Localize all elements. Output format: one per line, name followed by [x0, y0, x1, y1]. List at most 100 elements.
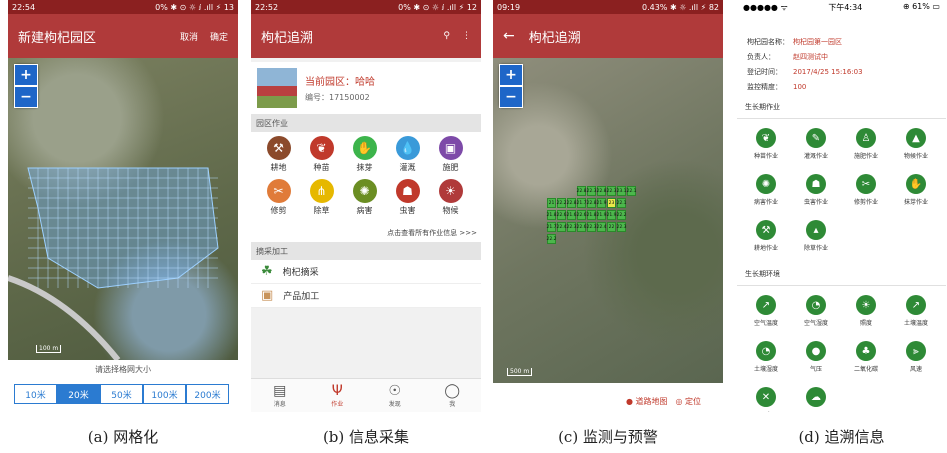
operation-item[interactable]: ✂ 修剪	[257, 179, 300, 222]
env-item[interactable]: ♣ 二氧化碳	[841, 334, 891, 380]
sensor-cell[interactable]: 22.1	[626, 186, 637, 196]
env-item[interactable]: ☀ 照度	[841, 288, 891, 334]
ops-item[interactable]: ✋ 抹芽作业	[891, 167, 941, 213]
operation-item[interactable]: ❦ 种苗	[300, 136, 343, 179]
sensor-cell[interactable]: 22.3	[616, 222, 627, 232]
sensor-cell[interactable]: 22.2	[546, 234, 557, 244]
sensor-cell[interactable]: 21.8	[546, 210, 557, 220]
env-item[interactable]: ↗ 土壤温度	[891, 288, 941, 334]
tab-discover[interactable]: ☉ 发现	[366, 379, 424, 412]
sensor-cell[interactable]: 22.3	[586, 222, 597, 232]
env-label: 空气温度	[753, 320, 778, 327]
grass-icon: ▴	[806, 220, 826, 240]
sensor-cell[interactable]: 22.3	[606, 186, 617, 196]
caption-d: (d) 追溯信息	[798, 428, 885, 446]
more-menu-icon[interactable]: ⋮	[462, 31, 471, 41]
ops-item[interactable]: ✺ 病害作业	[741, 167, 791, 213]
env-item[interactable]: ◔ 土壤湿度	[741, 334, 791, 380]
tab-label: 作业	[331, 401, 344, 408]
sensor-cell[interactable]: 22.8	[576, 186, 587, 196]
locate-button[interactable]: ◎ 定位	[675, 396, 701, 407]
operation-item[interactable]: ⚒ 耕地	[257, 136, 300, 179]
sensor-cell[interactable]: 21.9	[596, 198, 607, 208]
ops-item[interactable]: ▲ 物候作业	[891, 121, 941, 167]
env-item[interactable]: ⫸ 风速	[891, 334, 941, 380]
sensor-cell[interactable]: 21.8	[586, 210, 597, 220]
sensor-cell[interactable]: 22.3	[566, 222, 577, 232]
env-item[interactable]: ● 气压	[791, 334, 841, 380]
picking-row[interactable]: ☘ 枸杞摘采	[251, 260, 481, 284]
phone-info-collection: 22:52 0% ✱ ⊙ ☼ ⅈ .ıll ⚡ 12 枸杞追溯 ⚲ ⋮ 当前园区：…	[251, 0, 481, 412]
ops-item[interactable]: ❦ 种苗作业	[741, 121, 791, 167]
ops-item[interactable]: ▴ 除草作业	[791, 213, 841, 259]
env-item[interactable]: ↗ 空气温度	[741, 288, 791, 334]
sensor-cell[interactable]: 22.8	[596, 186, 607, 196]
sensor-cell[interactable]: 22.4	[596, 222, 607, 232]
env-item[interactable]: ✕ 风向	[741, 380, 791, 412]
park-card[interactable]: 当前园区：哈哈 编号：17150002	[251, 62, 481, 114]
ops-item[interactable]: ✂ 修剪作业	[841, 167, 891, 213]
view-all-link[interactable]: 点击查看所有作业信息 >>>	[251, 226, 481, 242]
zoom-out-button[interactable]: −	[14, 86, 38, 108]
env-item[interactable]: ☁雨	[791, 380, 841, 412]
ops-item[interactable]: ⚒ 耕地作业	[741, 213, 791, 259]
ops-item[interactable]: ♙ 施肥作业	[841, 121, 891, 167]
tab-messages[interactable]: ▤ 消息	[251, 379, 309, 412]
grid-size-50[interactable]: 50米	[100, 384, 143, 404]
env-item[interactable]: ◔ 空气湿度	[791, 288, 841, 334]
operation-item[interactable]: ✺ 病害	[343, 179, 386, 222]
user-icon: ◯	[444, 383, 461, 399]
zoom-out-button[interactable]: −	[499, 86, 523, 108]
operation-item[interactable]: ☗ 虫害	[386, 179, 429, 222]
grid-size-100[interactable]: 100米	[143, 384, 186, 404]
search-icon[interactable]: ⚲	[443, 31, 450, 41]
operation-item[interactable]: ⋔ 除草	[300, 179, 343, 222]
sensor-cell[interactable]: 22.8	[586, 198, 597, 208]
operation-item[interactable]: ✋ 抹芽	[343, 136, 386, 179]
sensor-cell[interactable]: 21.6	[566, 210, 577, 220]
ops-item[interactable]: ✎ 灌溉作业	[791, 121, 841, 167]
sensor-cell[interactable]: 22	[607, 222, 616, 232]
sensor-cell[interactable]: 21.9	[606, 210, 617, 220]
grid-size-20[interactable]: 20米	[57, 384, 100, 404]
status-bar: ●●●●● ᯤ 下午4:34 ⊕ 61% ▭	[737, 0, 946, 14]
sensor-cell[interactable]: 22.8	[566, 198, 577, 208]
page-title: 枸杞追溯	[261, 30, 314, 46]
compass-icon: ☉	[388, 383, 402, 399]
ops-label: 物候作业	[903, 153, 928, 160]
confirm-button[interactable]: 确定	[210, 30, 228, 43]
sensor-cell[interactable]: 22.2	[616, 210, 627, 220]
tab-operations[interactable]: Ψ 作业	[309, 379, 367, 412]
operation-item[interactable]: ▣ 施肥	[429, 136, 472, 179]
grid-size-10[interactable]: 10米	[14, 384, 57, 404]
sensor-cell[interactable]: 23.1	[616, 186, 627, 196]
sensor-cell[interactable]: 21.7	[576, 198, 587, 208]
growth-environment-grid: ↗空气温度◔空气湿度☀照度↗土壤温度 ◔土壤湿度●气压♣二氧化碳⫸风速 ✕风向☁雨	[737, 286, 946, 412]
sensor-cell[interactable]: 21	[547, 198, 556, 208]
satellite-map[interactable]	[8, 58, 238, 362]
operation-item[interactable]: ☀ 物候	[429, 179, 472, 222]
sensor-cell[interactable]: 22.6	[556, 210, 567, 220]
sensor-cell[interactable]: 23	[607, 198, 616, 208]
sensor-cell[interactable]: 22.6	[576, 210, 587, 220]
sensor-cell[interactable]: 22.1	[616, 198, 627, 208]
road-map-toggle[interactable]: ● 道路地图	[626, 396, 668, 407]
back-arrow-icon[interactable]: ←	[503, 28, 515, 44]
tab-me[interactable]: ◯ 我	[424, 379, 482, 412]
sensor-cell[interactable]: 22.2	[556, 198, 567, 208]
operation-item[interactable]: 💧 灌溉	[386, 136, 429, 179]
sensor-cell[interactable]: 21.9	[596, 210, 607, 220]
section-header: 生长期环境	[737, 261, 946, 286]
grid-size-200[interactable]: 200米	[186, 384, 229, 404]
cancel-button[interactable]: 取消	[180, 30, 198, 43]
ops-item[interactable]: ☗ 虫害作业	[791, 167, 841, 213]
sensor-cell[interactable]: 21.7	[546, 222, 557, 232]
sensor-cell[interactable]: 22.3	[586, 186, 597, 196]
processing-row[interactable]: ▣ 产品加工	[251, 284, 481, 308]
growth-operations-grid: ❦ 种苗作业 ✎ 灌溉作业 ♙ 施肥作业 ▲ 物候作业 ✺ 病害作业 ☗ 虫害作业 ✂ 修剪作业 ✋ 抹芽作业…	[737, 119, 946, 261]
zoom-in-button[interactable]: +	[499, 64, 523, 86]
sensor-cell[interactable]: 22.6	[576, 222, 587, 232]
sensor-cell[interactable]: 22.4	[556, 222, 567, 232]
zoom-in-button[interactable]: +	[14, 64, 38, 86]
plow-icon: ⚒	[756, 220, 776, 240]
